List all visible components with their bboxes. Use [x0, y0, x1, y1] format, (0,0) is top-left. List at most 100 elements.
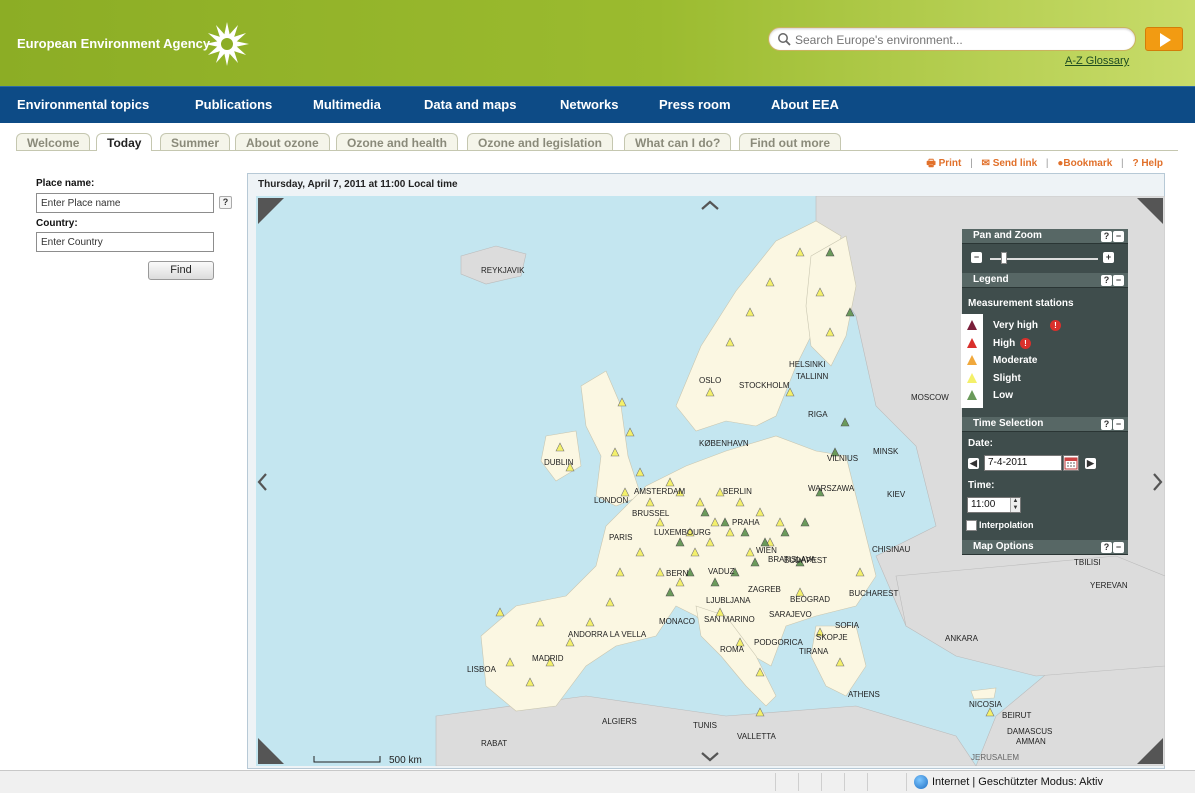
minimize-icon[interactable]: −: [1113, 275, 1124, 286]
zoom-out-button[interactable]: −: [971, 252, 982, 263]
warning-icon: !: [1050, 320, 1061, 331]
zoom-slider-handle[interactable]: [1001, 252, 1007, 264]
city-label: MOSCOW: [911, 393, 949, 402]
city-label: LONDON: [594, 496, 629, 505]
city-label: SKOPJE: [816, 633, 848, 642]
date-input[interactable]: 7-4-2011: [984, 455, 1062, 471]
city-label: REYKJAVIK: [481, 266, 525, 275]
help-icon[interactable]: ?: [1101, 419, 1112, 430]
search-input[interactable]: [795, 31, 1125, 48]
print-link[interactable]: 🖶 Print: [926, 158, 961, 169]
city-label: SARAJEVO: [769, 610, 812, 619]
time-spinner[interactable]: ▲ ▼: [1010, 498, 1020, 512]
city-label: BRUSSEL: [632, 509, 670, 518]
map-options-header[interactable]: Map Options? −: [962, 540, 1128, 555]
tab-ozone-and-legislation[interactable]: Ozone and legislation: [467, 133, 614, 151]
legend-label-very-high: Very high: [993, 320, 1039, 331]
calendar-icon[interactable]: [1063, 455, 1079, 471]
minimize-icon[interactable]: −: [1113, 231, 1124, 242]
interpolation-checkbox[interactable]: [966, 520, 977, 531]
city-label: BERN: [666, 569, 689, 578]
city-label: WIEN: [756, 546, 777, 555]
nav-item-press-room[interactable]: Press room: [659, 97, 731, 112]
city-label: BUDAPEST: [784, 556, 828, 565]
find-button[interactable]: Find: [148, 261, 214, 280]
city-label: WARSZAWA: [808, 484, 855, 493]
country-label: Country:: [36, 218, 78, 229]
help-icon[interactable]: ?: [1101, 542, 1112, 553]
status-cell: [844, 773, 845, 791]
city-label: MONACO: [659, 617, 695, 626]
bookmark-link[interactable]: ●Bookmark: [1057, 158, 1112, 169]
tab-what-can-i-do[interactable]: What can I do?: [624, 133, 732, 151]
legend-label-low: Low: [993, 390, 1013, 401]
legend-label-high: High: [993, 338, 1016, 349]
city-label: LJUBLJANA: [706, 596, 751, 605]
minimize-icon[interactable]: −: [1113, 542, 1124, 553]
city-label: BEOGRAD: [790, 595, 831, 604]
legend-header[interactable]: Legend? −: [962, 273, 1128, 288]
city-label: RIGA: [808, 410, 828, 419]
help-link[interactable]: ? Help: [1132, 158, 1163, 169]
tool-separator: |: [1045, 158, 1049, 169]
page-tools: 🖶 Print | ✉ Send link | ●Bookmark | ? He…: [920, 156, 1163, 173]
nav-item-environmental-topics[interactable]: Environmental topics: [17, 97, 149, 112]
minimize-icon[interactable]: −: [1113, 419, 1124, 430]
warning-icon: !: [1020, 338, 1031, 349]
place-name-input[interactable]: [36, 193, 214, 213]
status-cell: [867, 773, 868, 791]
very-high-icon: [967, 320, 977, 330]
country-input[interactable]: [36, 232, 214, 252]
status-cell: [821, 773, 822, 791]
browser-status-bar: Internet | Geschützter Modus: Aktiv: [0, 770, 1195, 793]
eea-logo-icon[interactable]: [203, 20, 251, 68]
tab-divider: [16, 150, 1178, 151]
city-label: ANDORRA LA VELLA: [568, 630, 647, 639]
city-label: ALGIERS: [602, 717, 637, 726]
time-selection-header[interactable]: Time Selection? −: [962, 417, 1128, 432]
city-label: VADUZ: [708, 567, 735, 576]
city-label: ANKARA: [945, 634, 978, 643]
city-label: CHISINAU: [872, 545, 911, 554]
next-date-icon[interactable]: ▶: [1085, 458, 1096, 469]
send-link[interactable]: ✉ Send link: [982, 158, 1038, 169]
status-cell: [775, 773, 776, 791]
tab-today[interactable]: Today: [96, 133, 153, 151]
city-label: RABAT: [481, 739, 508, 748]
tab-about-ozone[interactable]: About ozone: [235, 133, 330, 151]
site-logo-text[interactable]: European Environment Agency: [17, 36, 210, 51]
site-search-box: [768, 27, 1136, 51]
previous-date-icon[interactable]: ◀: [968, 458, 979, 469]
nav-item-data-and-maps[interactable]: Data and maps: [424, 97, 516, 112]
globe-icon: [914, 775, 928, 789]
date-label: Date:: [968, 438, 994, 449]
slight-icon: [967, 373, 977, 383]
glossary-link[interactable]: A-Z Glossary: [1065, 55, 1129, 67]
pan-zoom-header[interactable]: Pan and Zoom? −: [962, 229, 1128, 244]
map-datetime: Thursday, April 7, 2011 at 11:00 Local t…: [258, 179, 458, 190]
city-label: DAMASCUS: [1007, 727, 1053, 736]
city-label: PODGORICA: [754, 638, 803, 647]
search-submit-button[interactable]: [1145, 27, 1183, 51]
city-label: VALLETTA: [737, 732, 776, 741]
help-icon[interactable]: ?: [1101, 275, 1112, 286]
city-label: SAN MARINO: [704, 615, 755, 624]
tab-find-out-more[interactable]: Find out more: [739, 133, 841, 151]
status-text: Internet | Geschützter Modus: Aktiv: [932, 776, 1103, 788]
tab-ozone-and-health[interactable]: Ozone and health: [336, 133, 459, 151]
nav-item-multimedia[interactable]: Multimedia: [313, 97, 381, 112]
place-help-icon[interactable]: ?: [219, 196, 232, 209]
nav-item-networks[interactable]: Networks: [560, 97, 619, 112]
city-label: TUNIS: [693, 721, 717, 730]
tab-welcome[interactable]: Welcome: [16, 133, 91, 151]
city-label: AMMAN: [1016, 737, 1046, 746]
search-icon: [778, 33, 791, 46]
nav-item-about-eea[interactable]: About EEA: [771, 97, 839, 112]
zoom-in-button[interactable]: +: [1103, 252, 1114, 263]
help-icon[interactable]: ?: [1101, 231, 1112, 242]
nav-item-publications[interactable]: Publications: [195, 97, 272, 112]
tab-summer[interactable]: Summer: [160, 133, 231, 151]
city-label: MADRID: [532, 654, 564, 663]
legend-label-moderate: Moderate: [993, 355, 1038, 366]
low-icon: [967, 390, 977, 400]
